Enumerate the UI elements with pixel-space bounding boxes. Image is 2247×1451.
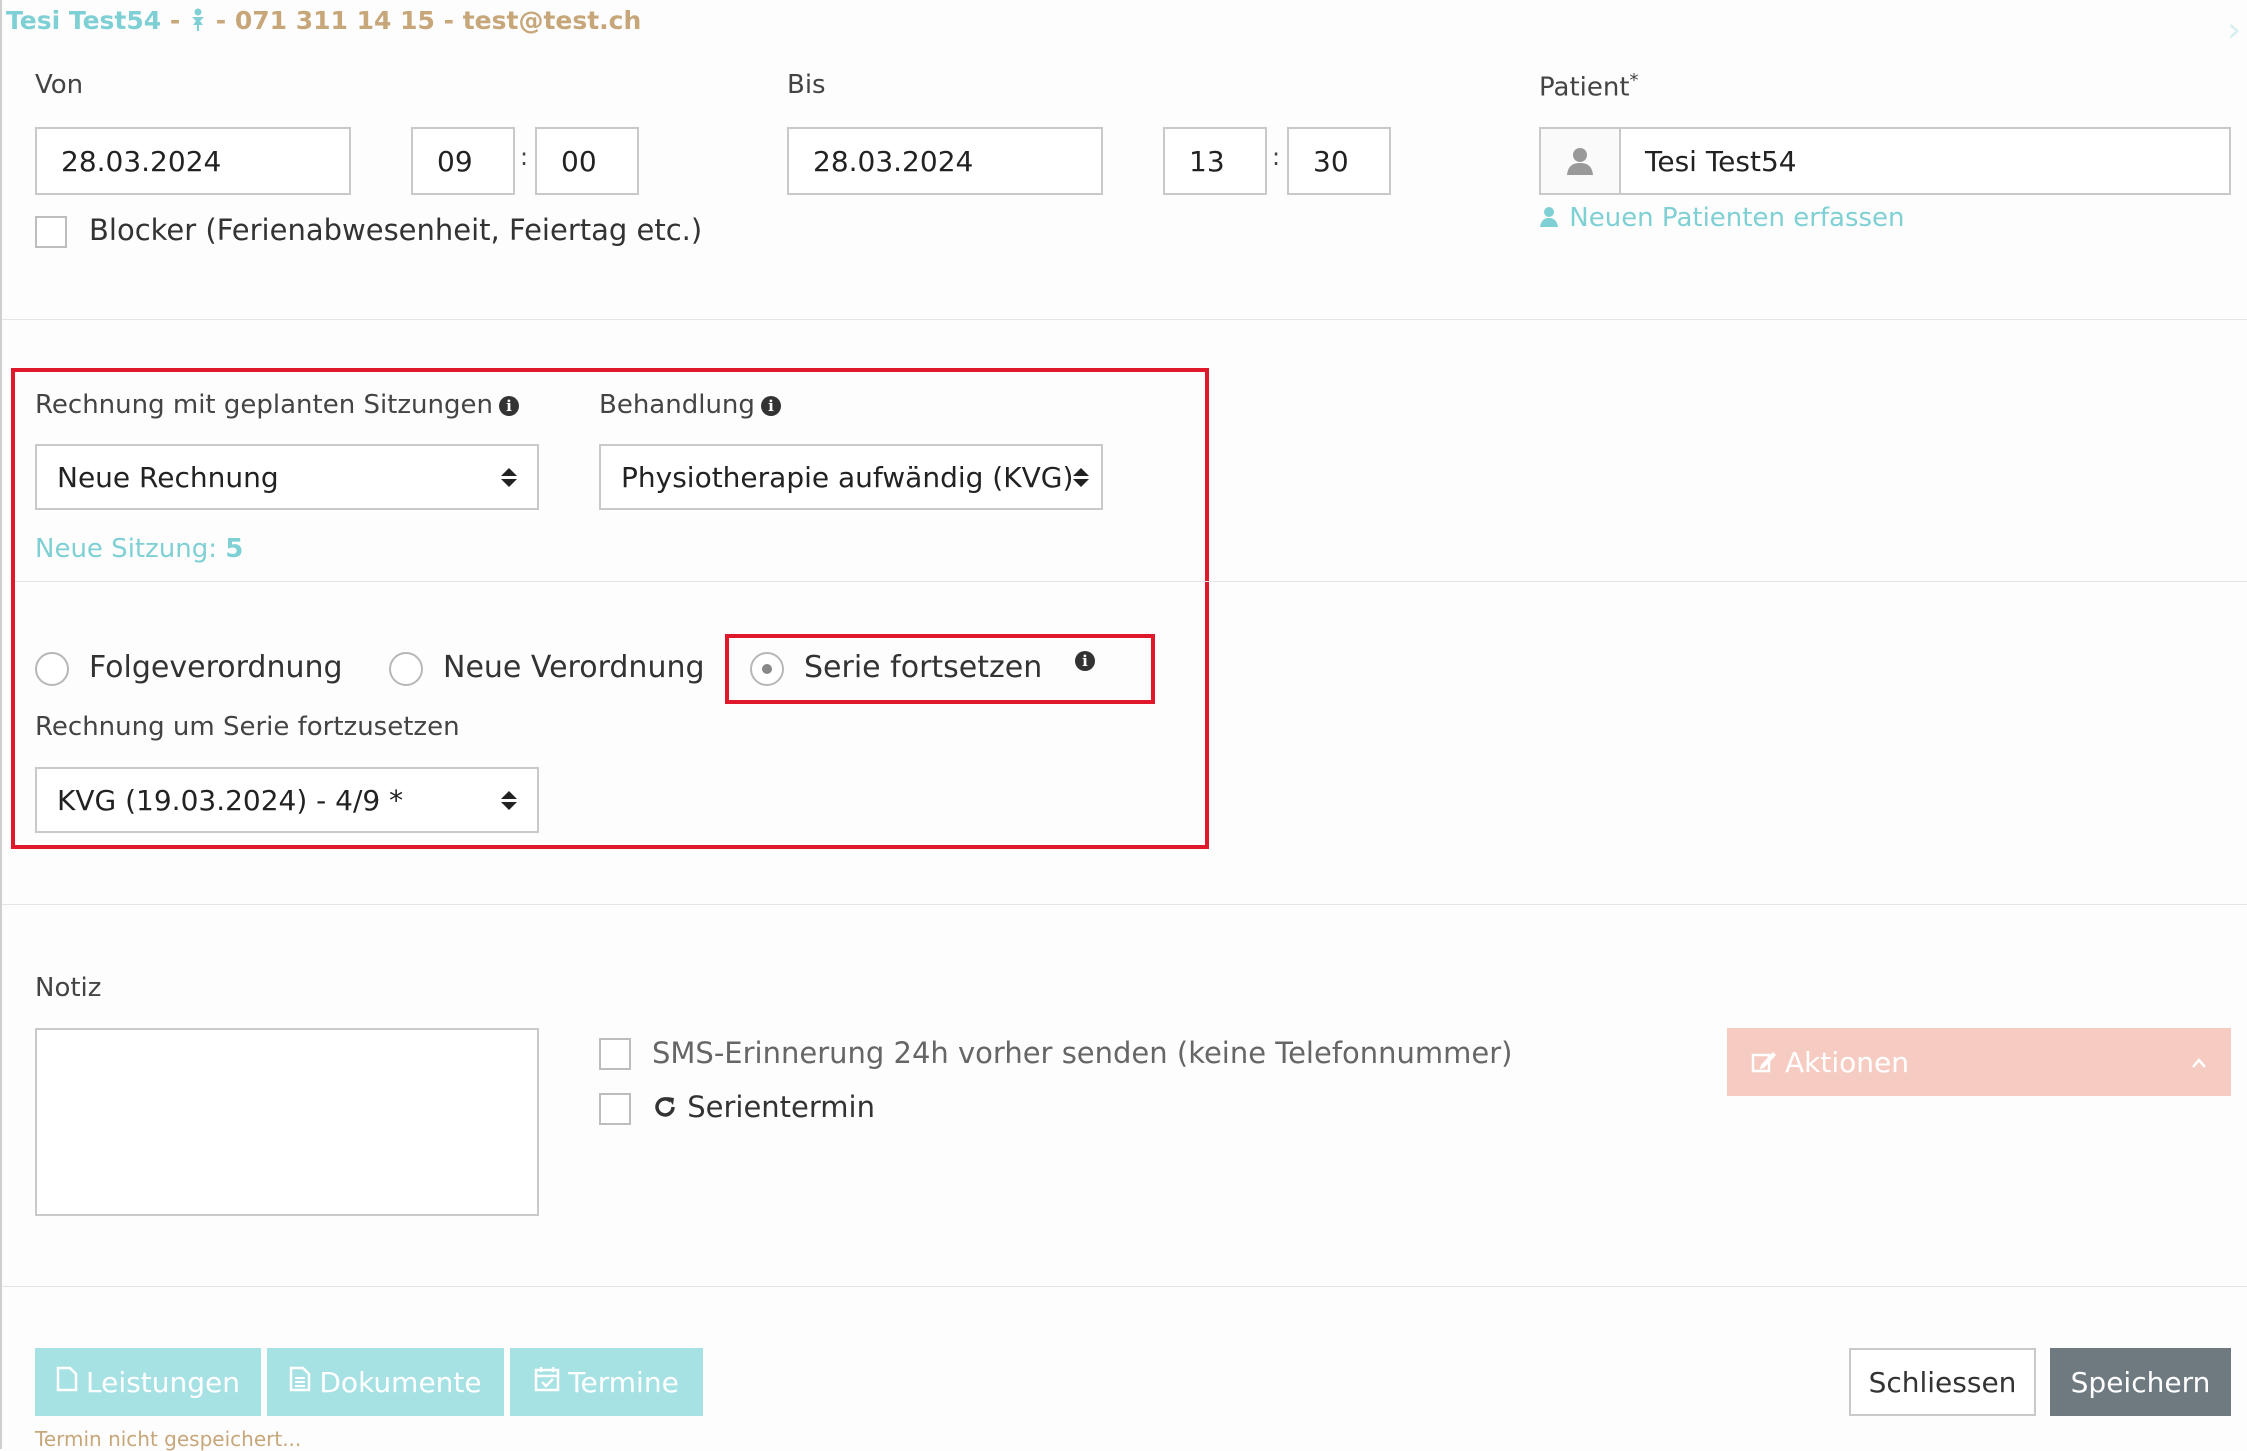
edit-icon	[1751, 1046, 1777, 1079]
radio-neue-verordnung-label: Neue Verordnung	[443, 650, 705, 685]
von-minute-input[interactable]: 00	[535, 127, 639, 195]
divider	[2, 1286, 2247, 1287]
patient-value: Tesi Test54	[1645, 144, 1797, 178]
radio-serie-fortsetzen[interactable]	[750, 652, 784, 686]
file-text-icon	[289, 1366, 311, 1399]
rechnung-selected-value: Neue Rechnung	[57, 460, 279, 494]
required-mark: *	[1629, 70, 1639, 91]
left-border	[0, 0, 2, 1449]
divider	[2, 319, 2247, 320]
rechnung-label-text: Rechnung mit geplanten Sitzungen	[35, 390, 493, 420]
bis-time-separator: :	[1272, 143, 1281, 171]
termine-button[interactable]: Termine	[510, 1348, 703, 1416]
dokumente-label: Dokumente	[319, 1365, 482, 1399]
blocker-checkbox[interactable]	[35, 216, 67, 248]
serie-selected-value: KVG (19.03.2024) - 4/9 *	[57, 783, 404, 817]
patient-label: Patient*	[1539, 70, 1639, 103]
new-patient-link-text: Neuen Patienten erfassen	[1569, 203, 1905, 233]
behandlung-select[interactable]: Physiotherapie aufwändig (KVG)	[599, 444, 1103, 510]
von-label: Von	[35, 70, 84, 100]
behandlung-selected-value: Physiotherapie aufwändig (KVG)	[621, 460, 1074, 494]
rechnung-select[interactable]: Neue Rechnung	[35, 444, 539, 510]
header-separator: -	[169, 6, 181, 35]
sms-checkbox[interactable]	[599, 1038, 631, 1070]
neue-sitzung-number: 5	[225, 534, 244, 564]
user-icon	[1541, 129, 1621, 193]
neue-sitzung-info: Neue Sitzung: 5	[35, 534, 243, 564]
patient-header: Tesi Test54 - - 071 311 14 15 - test@tes…	[6, 6, 641, 35]
von-date-input[interactable]: 28.03.2024	[35, 127, 351, 195]
behandlung-label: Behandlung i	[599, 390, 781, 420]
rechnung-label: Rechnung mit geplanten Sitzungen i	[35, 390, 519, 420]
bis-hour-input[interactable]: 13	[1163, 127, 1267, 195]
serientermin-label-text: Serientermin	[687, 1090, 875, 1124]
serientermin-checkbox[interactable]	[599, 1093, 631, 1125]
sms-label: SMS-Erinnerung 24h vorher senden (keine …	[652, 1036, 1513, 1070]
bis-minute-input[interactable]: 30	[1287, 127, 1391, 195]
info-icon[interactable]: i	[760, 395, 781, 416]
von-hour-input[interactable]: 09	[411, 127, 515, 195]
bis-date-input[interactable]: 28.03.2024	[787, 127, 1103, 195]
notiz-label: Notiz	[35, 973, 102, 1003]
sort-icon	[1073, 467, 1090, 487]
blocker-label: Blocker (Ferienabwesenheit, Feiertag etc…	[89, 213, 703, 247]
radio-folgeverordnung-label: Folgeverordnung	[89, 650, 343, 685]
header-separator: -	[443, 6, 454, 35]
divider	[2, 904, 2247, 905]
sort-icon	[501, 790, 517, 810]
header-email: test@test.ch	[462, 6, 642, 35]
aktionen-button[interactable]: Aktionen	[1727, 1028, 2231, 1096]
serie-select[interactable]: KVG (19.03.2024) - 4/9 *	[35, 767, 539, 833]
person-female-icon	[189, 6, 216, 35]
new-patient-link[interactable]: Neuen Patienten erfassen	[1539, 203, 1905, 233]
termine-label: Termine	[568, 1365, 679, 1399]
patient-label-text: Patient	[1539, 72, 1630, 103]
refresh-icon	[652, 1090, 678, 1124]
divider	[15, 581, 2247, 582]
aktionen-label: Aktionen	[1785, 1045, 1909, 1079]
user-plus-icon	[1539, 203, 1561, 233]
leistungen-button[interactable]: Leistungen	[35, 1348, 261, 1416]
save-status: Termin nicht gespeichert...	[35, 1427, 302, 1451]
dokumente-button[interactable]: Dokumente	[267, 1348, 504, 1416]
chevron-up-icon	[2191, 1050, 2207, 1075]
sort-icon	[501, 467, 517, 487]
schliessen-button[interactable]: Schliessen	[1849, 1348, 2036, 1416]
speichern-button[interactable]: Speichern	[2050, 1348, 2231, 1416]
header-separator: -	[215, 6, 227, 35]
chevron-right-icon[interactable]: ›	[2227, 10, 2241, 50]
serie-label: Rechnung um Serie fortzusetzen	[35, 712, 460, 742]
patient-field[interactable]: Tesi Test54	[1539, 127, 2231, 195]
neue-sitzung-label: Neue Sitzung:	[35, 534, 217, 564]
leistungen-label: Leistungen	[86, 1365, 240, 1399]
info-icon[interactable]: i	[498, 395, 519, 416]
radio-serie-fortsetzen-label: Serie fortsetzen	[804, 650, 1043, 685]
von-time-separator: :	[520, 143, 529, 171]
info-icon[interactable]: i	[1075, 651, 1095, 671]
serientermin-label: Serientermin	[652, 1090, 875, 1124]
radio-neue-verordnung[interactable]	[389, 652, 423, 686]
header-patient-name[interactable]: Tesi Test54	[6, 6, 161, 35]
radio-folgeverordnung[interactable]	[35, 652, 69, 686]
notiz-textarea[interactable]	[35, 1028, 539, 1216]
file-icon	[56, 1366, 78, 1399]
bis-label: Bis	[787, 70, 826, 100]
behandlung-label-text: Behandlung	[599, 390, 755, 420]
header-phone: 071 311 14 15	[234, 6, 435, 35]
calendar-check-icon	[534, 1366, 560, 1399]
